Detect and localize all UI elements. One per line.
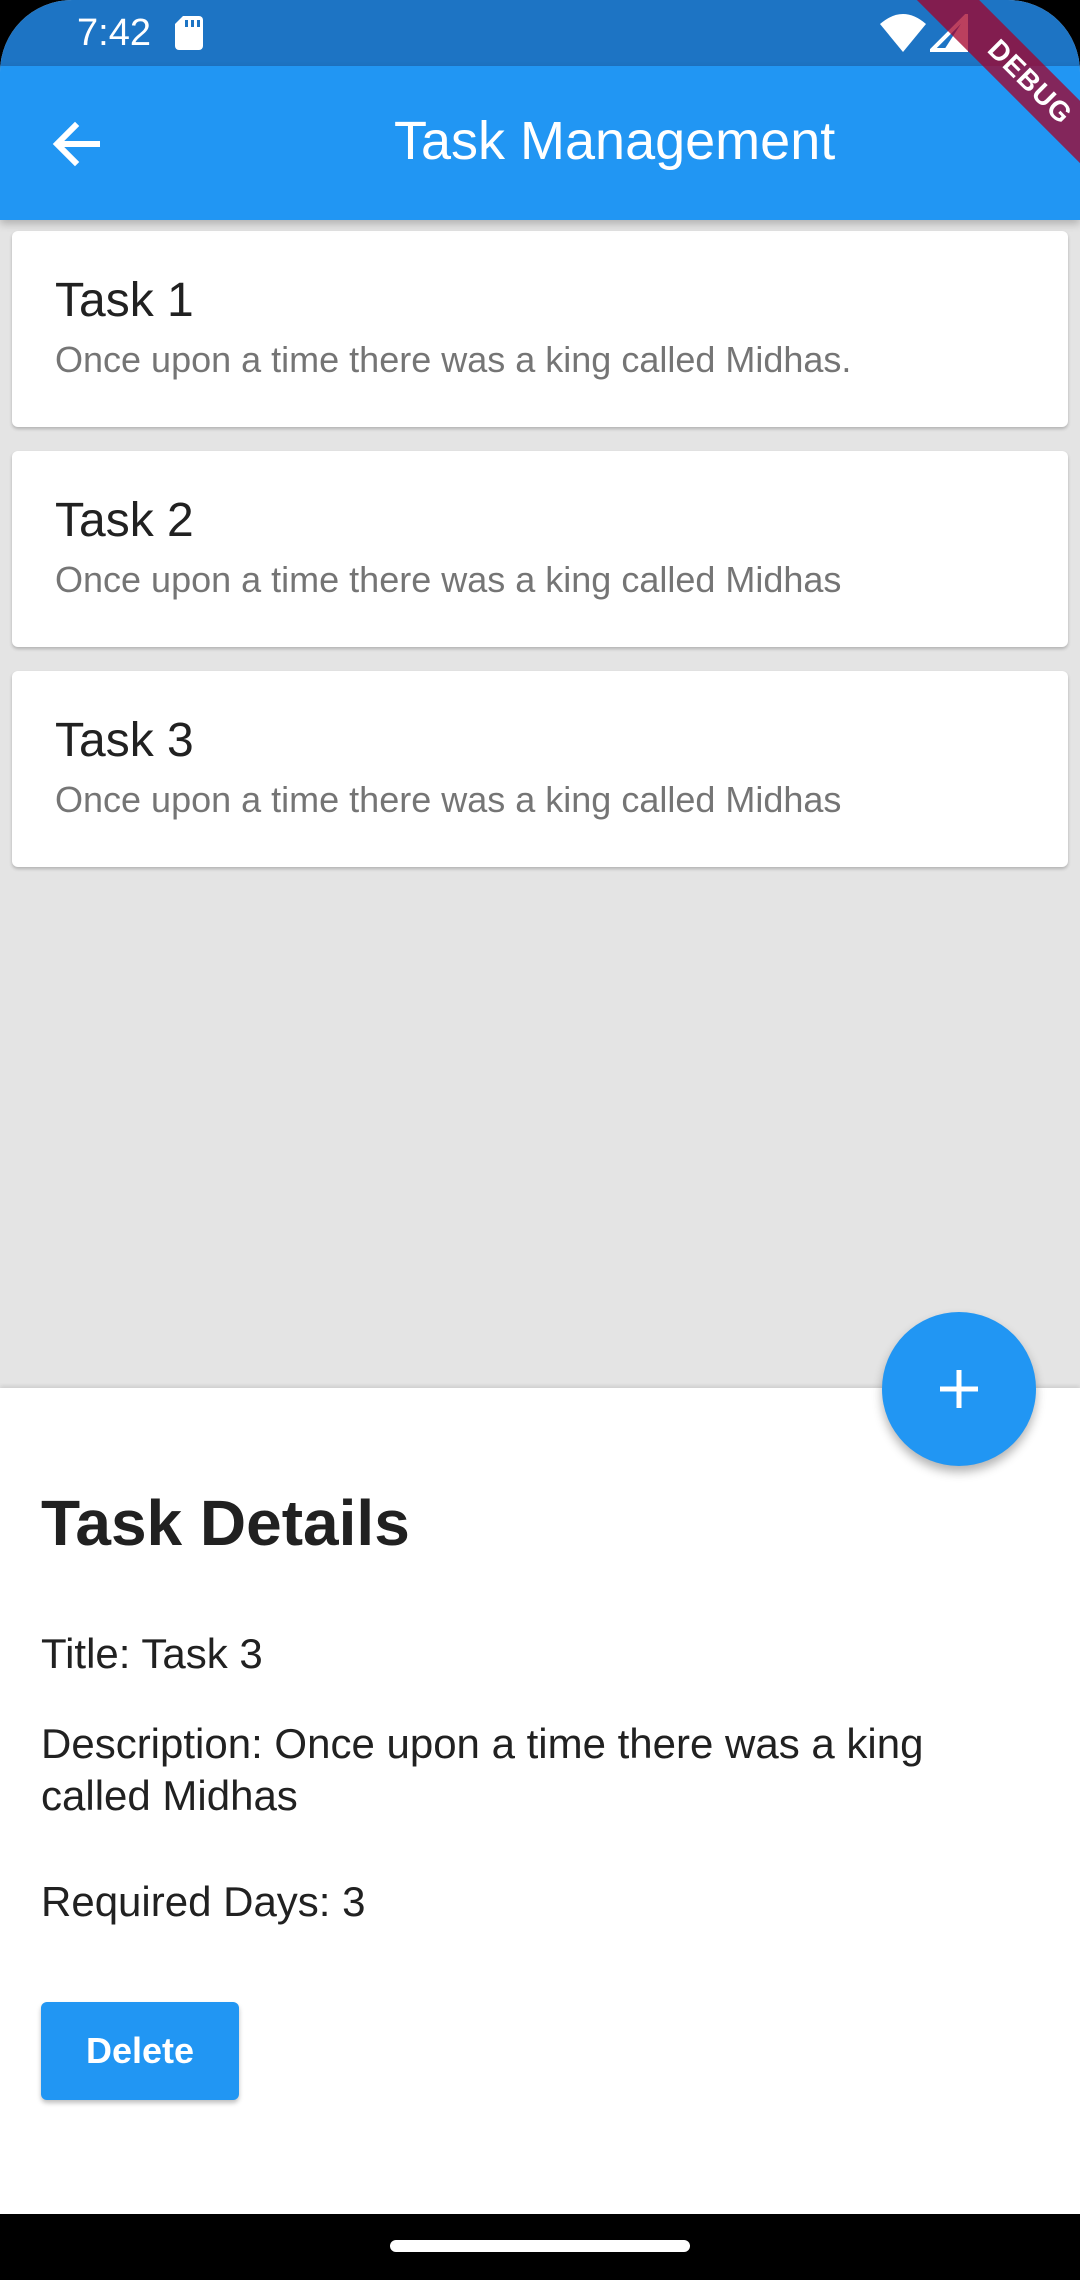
add-task-button[interactable] — [882, 1312, 1036, 1466]
arrow-back-icon[interactable] — [47, 114, 107, 174]
status-bar: 7:42 — [0, 0, 1080, 66]
status-time: 7:42 — [77, 12, 151, 54]
delete-button[interactable]: Delete — [41, 2002, 239, 2100]
task-title: Task 1 — [55, 274, 194, 327]
detail-required-days: Required Days: 3 — [41, 1878, 366, 1925]
task-card[interactable]: Task 3 Once upon a time there was a king… — [12, 671, 1068, 867]
task-list: Task 1 Once upon a time there was a king… — [12, 231, 1068, 891]
app-bar: Task Management — [0, 66, 1080, 220]
task-details-heading: Task Details — [41, 1487, 410, 1559]
task-details-sheet: Task Details Title: Task 3 Description: … — [0, 1388, 1080, 2214]
task-description: Once upon a time there was a king called… — [55, 779, 842, 820]
task-card[interactable]: Task 2 Once upon a time there was a king… — [12, 451, 1068, 647]
sd-card-icon — [175, 16, 203, 50]
detail-description: Description: Once upon a time there was … — [41, 1720, 924, 1819]
task-description: Once upon a time there was a king called… — [55, 339, 852, 380]
add-icon — [940, 1370, 978, 1408]
task-card[interactable]: Task 1 Once upon a time there was a king… — [12, 231, 1068, 427]
wifi-icon — [880, 14, 926, 52]
task-title: Task 2 — [55, 494, 194, 547]
task-description: Once upon a time there was a king called… — [55, 559, 842, 600]
app-screen: 7:42 Task Management DEBUG Task 1 Once u… — [0, 0, 1080, 2280]
task-title: Task 3 — [55, 714, 194, 767]
detail-title: Title: Task 3 — [41, 1630, 263, 1677]
page-title: Task Management — [394, 111, 836, 171]
home-indicator[interactable] — [390, 2240, 690, 2252]
